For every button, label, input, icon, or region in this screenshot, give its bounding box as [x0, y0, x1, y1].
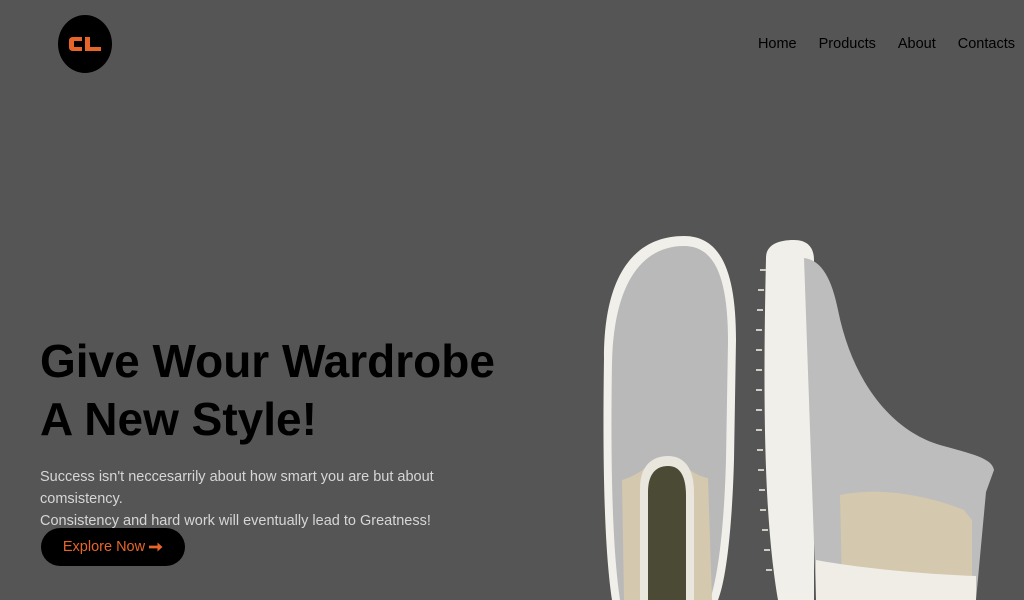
nav-contacts-link[interactable]: Contacts	[958, 36, 1015, 52]
explore-now-label: Explore Now	[62, 539, 146, 555]
hero-headline: Give Wour Wardrobe A New Style!	[40, 332, 495, 448]
main-nav: Home Products About Contacts	[758, 36, 1015, 52]
arrow-right-icon	[149, 542, 163, 552]
nav-about-link[interactable]: About	[898, 36, 936, 52]
hero-shoes-image	[603, 236, 994, 600]
hero-headline-line-2: A New Style!	[40, 393, 317, 445]
right-shoe-graphic	[756, 240, 994, 600]
nav-products-link[interactable]: Products	[819, 36, 876, 52]
nav-home-link[interactable]: Home	[758, 36, 797, 52]
left-shoe-graphic	[603, 236, 736, 600]
hero-headline-line-1: Give Wour Wardrobe	[40, 335, 495, 387]
logo-mark-icon	[69, 37, 101, 51]
explore-now-button[interactable]: Explore Now	[41, 528, 185, 566]
hero-tagline: Success isn't neccesarrily about how sma…	[40, 466, 510, 532]
hero-tagline-line-1: Success isn't neccesarrily about how sma…	[40, 469, 434, 507]
brand-logo[interactable]	[58, 15, 112, 73]
landing-page: Home Products About Contacts Give Wour W…	[0, 0, 1024, 600]
